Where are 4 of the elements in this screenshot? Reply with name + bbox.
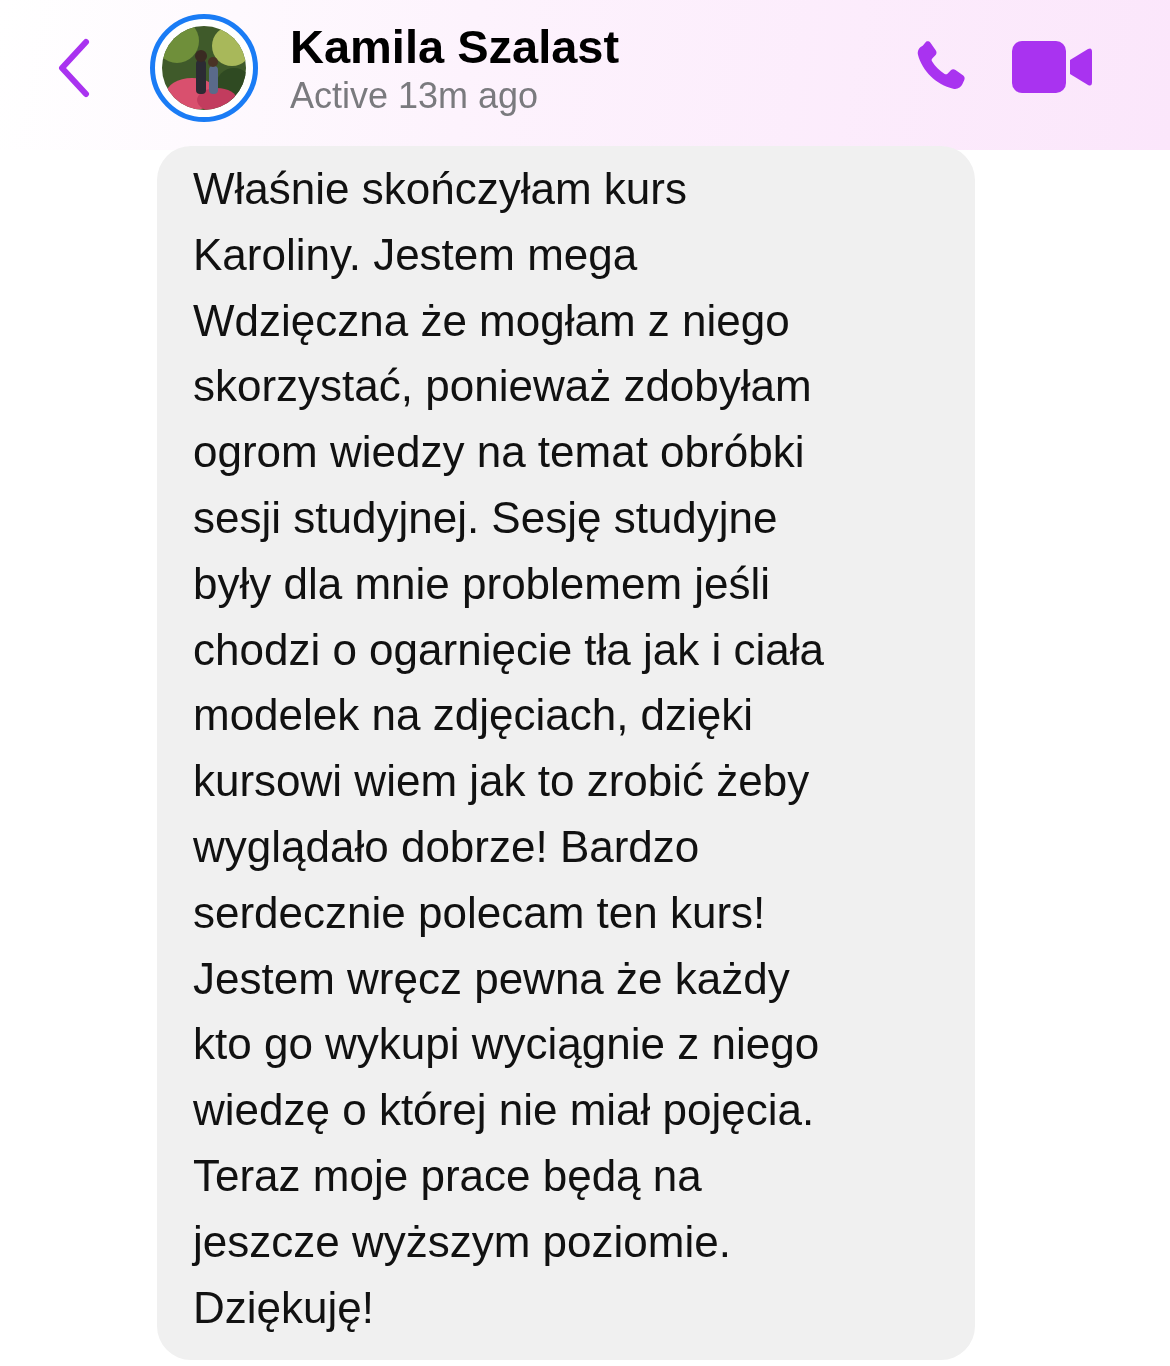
status-text: Active 13m ago [290,74,540,118]
contact-name: Kamila Szalast [290,20,620,74]
message-text: Właśnie skończyłam kurs Karoliny. Jestem mega Wdzięczna że mogłam z niego skorzystać, ponieważ zdobyłam ogrom wiedzy na temat obróbki sesji studyjnej. Sesję studyjne były dla mnie problemem jeśli chodzi o ogarnięcie tła jak i ciała modelek na zdjęciach, dzięki kursowi wiem jak to zrobić żeby wyglądało dobrze! Bardzo serdecznie polecam ten kurs! Jestem wręcz pewna że każdy kto go wykupi wyciągnie z niego wiedzę o której nie miał pojęcia. Teraz moje prace będą na jeszcze wyższym poziomie. Dziękuję! [193,163,826,1334]
video-camera-icon[interactable] [1012,40,1092,94]
